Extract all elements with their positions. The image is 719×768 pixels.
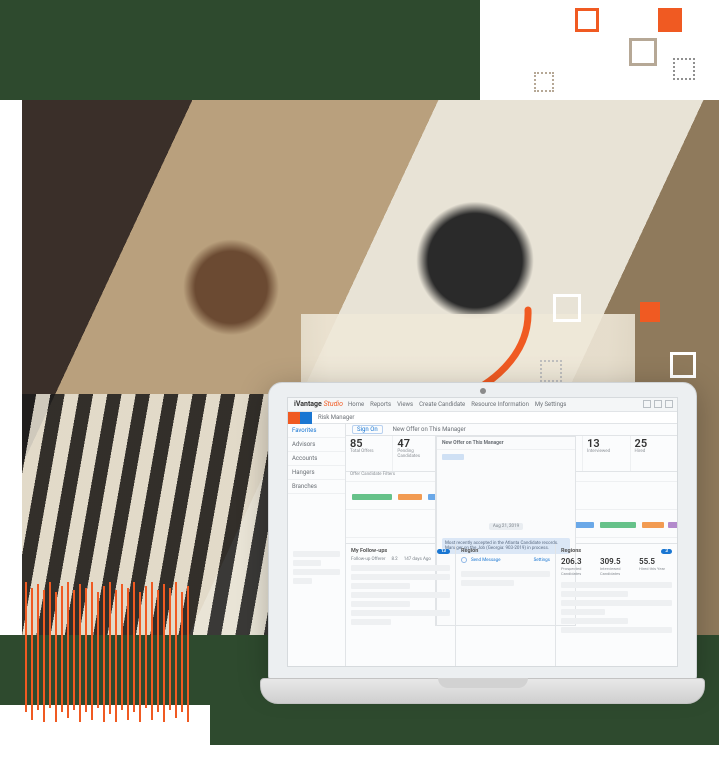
kpi-card[interactable]: 85Total Offers — [346, 436, 393, 471]
kpi-label: Total Offers — [350, 449, 388, 454]
followups-title: My Follow-ups — [351, 548, 387, 554]
left-rail-item[interactable]: Accounts — [288, 452, 345, 466]
timeline-bar[interactable] — [398, 494, 422, 500]
regions-count-badge: 3 — [661, 549, 672, 554]
region-pane: Region Send Message Settings — [456, 544, 556, 666]
tab-color-icon[interactable] — [288, 412, 300, 424]
left-rail-item[interactable]: Favorites — [288, 424, 345, 438]
nav-item[interactable]: Home — [348, 401, 364, 408]
laptop-camera-dot — [480, 388, 486, 394]
kpi-value: 25 — [635, 438, 673, 449]
top-green-band — [0, 0, 480, 100]
send-message-icon — [461, 557, 467, 563]
followups-col: 147 days Ago — [404, 557, 431, 562]
settings-link[interactable]: Settings — [534, 558, 550, 563]
kpi-card[interactable]: 13Interviewed — [583, 436, 630, 471]
mini-label: Interviewed Candidates — [600, 566, 633, 576]
deco-square-outline-white — [553, 294, 581, 322]
kpi-value: 47 — [397, 438, 435, 449]
followups-pane: My Follow-ups 13 Follow-up Offerer 8.2 1… — [346, 544, 456, 666]
regions-summary-pane: Regions 3 206.3Prospected Candidates 309… — [556, 544, 677, 666]
mini-value: 309.5 — [600, 557, 633, 566]
left-rail-item[interactable]: Advisors — [288, 438, 345, 452]
timeline-bar[interactable] — [352, 494, 392, 500]
chip-icon — [442, 454, 464, 460]
window-close-icon[interactable] — [665, 400, 673, 408]
left-rail-item[interactable]: Branches — [288, 480, 345, 494]
deco-square-dotted-gray — [673, 58, 695, 80]
nav-item[interactable]: My Settings — [535, 401, 566, 408]
center-card-title: New Offer on This Manager — [437, 437, 575, 450]
followups-col: 8.2 — [391, 557, 397, 562]
mini-label: Hired this Year — [639, 566, 672, 571]
product-logo: iVantage Studio — [294, 400, 343, 408]
laptop-mockup: iVantage Studio Home Reports Views Creat… — [260, 382, 705, 742]
product-brand: iVantage — [294, 400, 322, 408]
nav-item[interactable]: Create Candidate — [419, 401, 465, 408]
laptop-hinge-notch — [438, 678, 528, 688]
deco-square-outline-orange — [575, 8, 599, 32]
mini-value: 206.3 — [561, 557, 594, 566]
send-message-link[interactable]: Send Message — [471, 558, 501, 563]
deco-square-outline-tan — [629, 38, 657, 66]
tab-active[interactable]: Risk Manager — [312, 412, 360, 423]
info-strip: Sign On New Offer on This Manager — [346, 424, 677, 436]
timeline-bar[interactable] — [668, 522, 678, 528]
nav-item[interactable]: Views — [397, 401, 413, 408]
regions-title: Regions — [561, 548, 581, 554]
deco-square-outline-white-right — [670, 352, 696, 378]
kpi-card[interactable]: 47Pending Candidates — [393, 436, 440, 471]
info-strip-label: New Offer on This Manager — [393, 426, 466, 433]
tab-strip: Risk Manager — [288, 412, 677, 424]
timeline-header-left: Offer Candidate Filters — [350, 472, 395, 477]
mini-label: Prospected Candidates — [561, 566, 594, 576]
left-rail-item[interactable]: Hangers — [288, 466, 345, 480]
kpi-label: Hired — [635, 449, 673, 454]
timeline-bar[interactable] — [642, 522, 664, 528]
nav-item[interactable]: Reports — [370, 401, 391, 408]
product-suffix: Studio — [324, 400, 343, 408]
kpi-value: 13 — [587, 438, 625, 449]
followups-col: Follow-up Offerer — [351, 557, 385, 562]
sign-on-pill[interactable]: Sign On — [352, 425, 383, 434]
deco-square-filled-orange — [658, 8, 682, 32]
mini-value: 55.5 — [639, 557, 672, 566]
window-controls — [643, 400, 673, 408]
region-title: Region — [461, 548, 478, 554]
app-top-bar: iVantage Studio Home Reports Views Creat… — [288, 398, 677, 412]
kpi-label: Interviewed — [587, 449, 625, 454]
lower-panes: My Follow-ups 13 Follow-up Offerer 8.2 1… — [288, 544, 677, 666]
nav-item[interactable]: Resource Information — [471, 401, 529, 408]
deco-square-dotted-small — [534, 72, 554, 92]
followups-count-badge: 13 — [437, 549, 450, 554]
window-maximize-icon[interactable] — [654, 400, 662, 408]
lower-left-narrow — [288, 544, 346, 666]
kpi-label: Pending Candidates — [397, 449, 435, 459]
kpi-value: 85 — [350, 438, 388, 449]
app-nav: Home Reports Views Create Candidate Reso… — [348, 401, 566, 408]
deco-square-filled-orange-small — [640, 302, 660, 322]
timeline-bar[interactable] — [600, 522, 636, 528]
window-minimize-icon[interactable] — [643, 400, 651, 408]
app-screen: iVantage Studio Home Reports Views Creat… — [287, 397, 678, 667]
deco-square-dotted-gray-mid — [540, 360, 562, 382]
tab-color-icon[interactable] — [300, 412, 312, 424]
date-chip: Aug 21, 2019 — [489, 523, 523, 530]
kpi-card[interactable]: 25Hired — [631, 436, 677, 471]
